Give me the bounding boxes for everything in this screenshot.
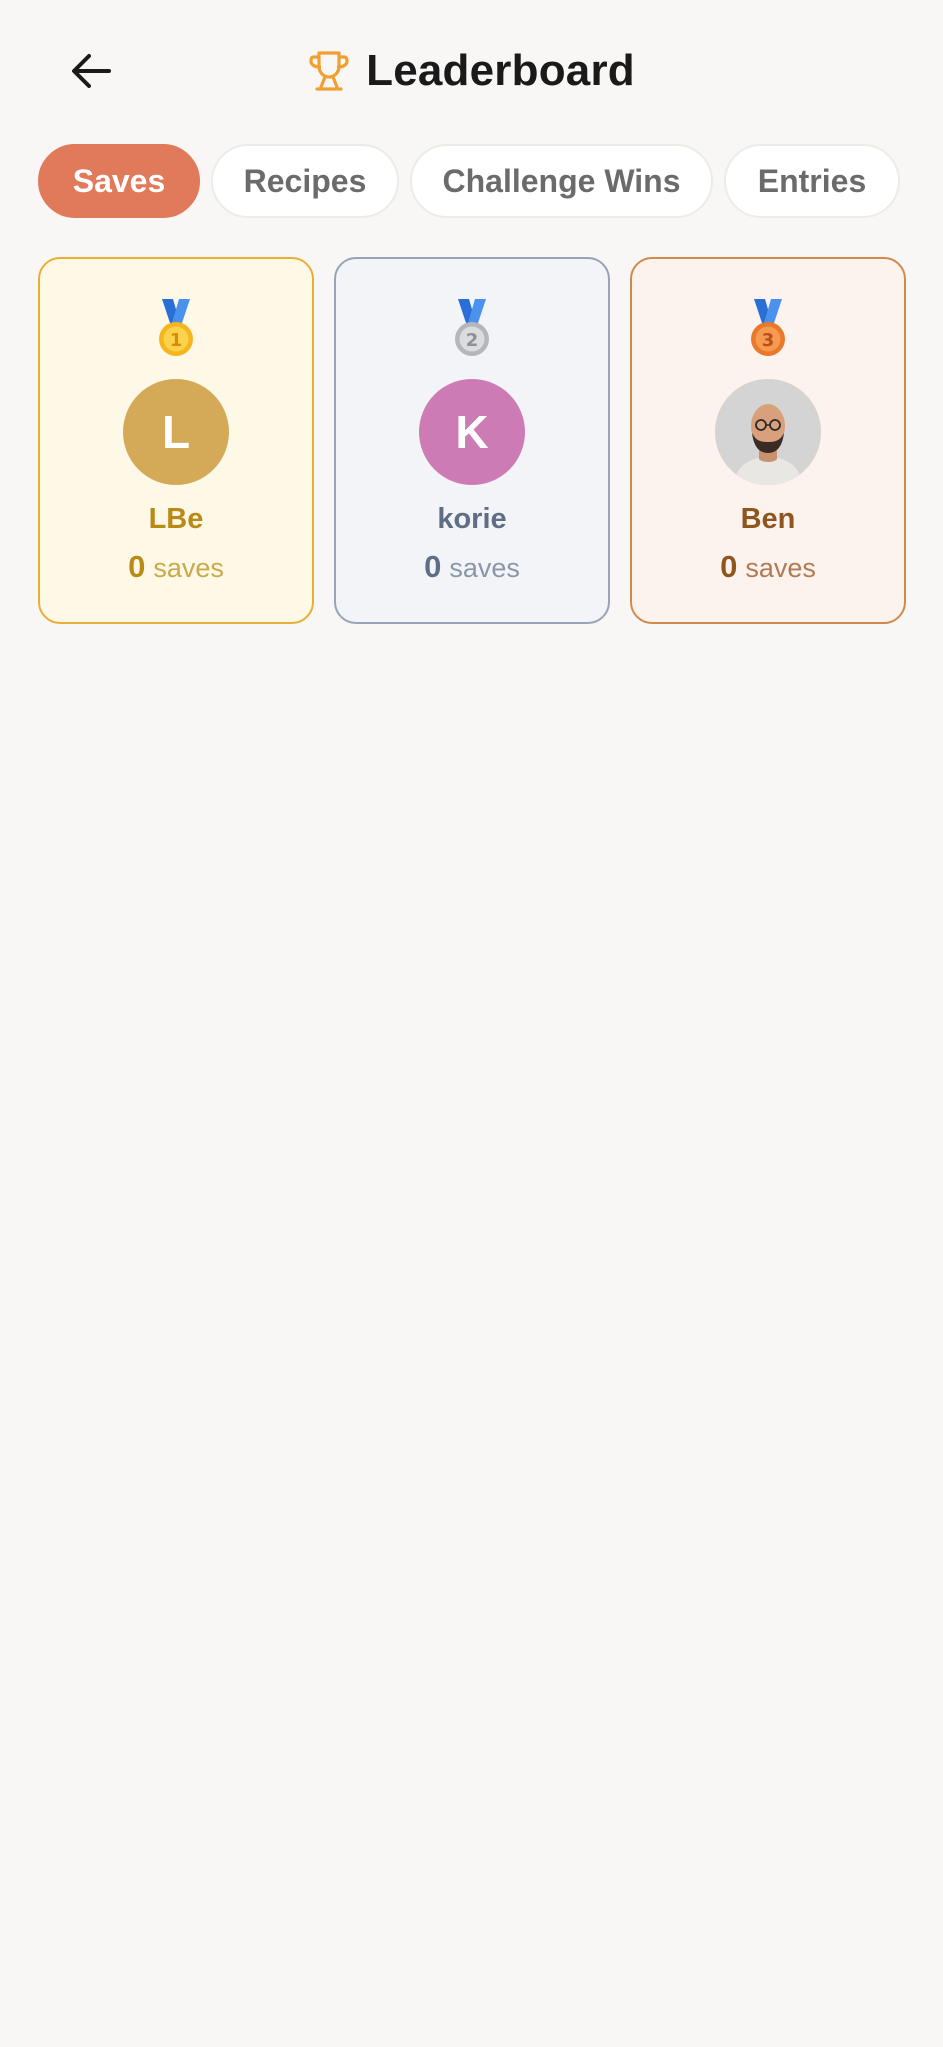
tab-entries[interactable]: Entries: [724, 144, 900, 218]
page-title: Leaderboard: [366, 46, 635, 95]
count-unit: saves: [449, 553, 520, 583]
avatar-photo: [715, 379, 821, 485]
count-value: 0: [720, 549, 738, 584]
profile-photo-icon: [715, 379, 821, 485]
podium-card-first[interactable]: 1 L LBe 0 saves: [38, 257, 314, 624]
svg-text:2: 2: [466, 330, 479, 351]
category-tabs: Saves Recipes Challenge Wins Entries: [38, 144, 900, 218]
bronze-medal-icon: 3: [751, 299, 785, 356]
top-bar: Leaderboard: [0, 0, 943, 142]
count-unit: saves: [153, 553, 224, 583]
save-count: 0 saves: [632, 549, 904, 585]
svg-text:1: 1: [170, 330, 183, 351]
count-value: 0: [424, 549, 442, 584]
count-value: 0: [128, 549, 146, 584]
gold-medal-icon: 1: [159, 299, 193, 356]
save-count: 0 saves: [40, 549, 312, 585]
tab-saves[interactable]: Saves: [38, 144, 200, 218]
avatar: K: [419, 379, 525, 485]
tab-challenge-wins[interactable]: Challenge Wins: [410, 144, 713, 218]
tab-recipes[interactable]: Recipes: [211, 144, 399, 218]
user-name: LBe: [148, 503, 204, 535]
arrow-left-icon: [72, 54, 111, 88]
podium-card-second[interactable]: 2 K korie 0 saves: [334, 257, 610, 624]
back-button[interactable]: [56, 40, 126, 102]
user-name: Ben: [740, 503, 796, 535]
svg-text:3: 3: [762, 330, 775, 351]
save-count: 0 saves: [336, 549, 608, 585]
podium-card-third[interactable]: 3 Ben 0 saves: [630, 257, 906, 624]
silver-medal-icon: 2: [455, 299, 489, 356]
trophy-icon: [309, 51, 349, 91]
avatar: L: [123, 379, 229, 485]
user-name: korie: [437, 503, 507, 535]
count-unit: saves: [745, 553, 816, 583]
podium: 1 L LBe 0 saves 2 K korie 0 saves 3 Ben …: [38, 257, 906, 624]
